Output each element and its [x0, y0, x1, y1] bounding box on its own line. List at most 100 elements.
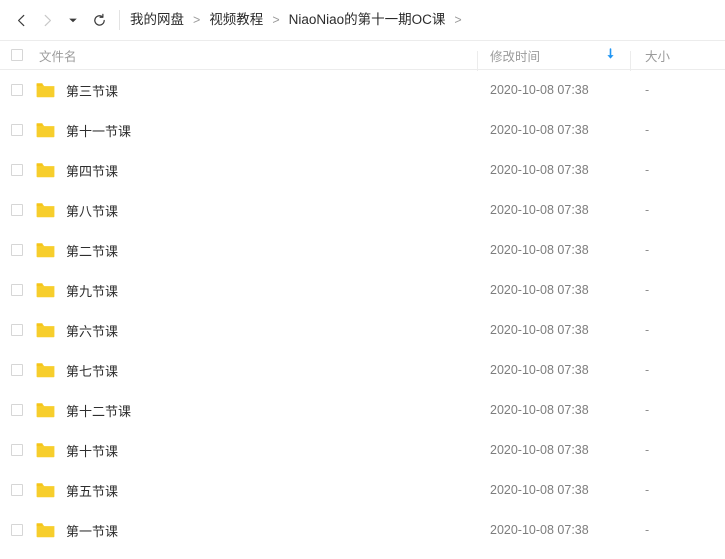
row-checkbox[interactable]: [11, 124, 23, 136]
file-size: -: [645, 323, 650, 337]
row-checkbox[interactable]: [11, 404, 23, 416]
folder-icon: [32, 522, 58, 538]
file-name-link[interactable]: 第六节课: [58, 321, 477, 340]
file-modified-date: 2020-10-08 07:38: [490, 283, 589, 297]
row-checkbox-cell: [0, 484, 32, 496]
file-modified-date: 2020-10-08 07:38: [490, 403, 589, 417]
row-checkbox-cell: [0, 404, 32, 416]
file-modified-date: 2020-10-08 07:38: [490, 243, 589, 257]
column-header-name[interactable]: 文件名: [32, 46, 477, 65]
file-name-link[interactable]: 第四节课: [58, 161, 477, 180]
table-row[interactable]: 第十节课 2020-10-08 07:38 -: [0, 430, 725, 470]
file-modified-date: 2020-10-08 07:38: [490, 483, 589, 497]
folder-icon: [32, 322, 58, 338]
file-name-link[interactable]: 第一节课: [58, 521, 477, 540]
row-checkbox-cell: [0, 84, 32, 96]
forward-button[interactable]: [34, 7, 60, 33]
row-checkbox-cell: [0, 324, 32, 336]
file-name-link[interactable]: 第十二节课: [58, 401, 477, 420]
refresh-icon: [92, 13, 107, 28]
table-row[interactable]: 第九节课 2020-10-08 07:38 -: [0, 270, 725, 310]
file-name-link[interactable]: 第七节课: [58, 361, 477, 380]
table-row[interactable]: 第五节课 2020-10-08 07:38 -: [0, 470, 725, 510]
folder-icon: [32, 242, 58, 258]
row-checkbox-cell: [0, 364, 32, 376]
file-name-link[interactable]: 第五节课: [58, 481, 477, 500]
file-modified-date: 2020-10-08 07:38: [490, 363, 589, 377]
chevron-right-icon: [40, 13, 55, 28]
table-row[interactable]: 第六节课 2020-10-08 07:38 -: [0, 310, 725, 350]
folder-icon: [32, 202, 58, 218]
navigation-toolbar: 我的网盘 > 视频教程 > NiaoNiao的第十一期OC课 >: [0, 0, 725, 40]
table-row[interactable]: 第十二节课 2020-10-08 07:38 -: [0, 390, 725, 430]
file-modified-date: 2020-10-08 07:38: [490, 203, 589, 217]
table-row[interactable]: 第三节课 2020-10-08 07:38 -: [0, 70, 725, 110]
row-checkbox[interactable]: [11, 324, 23, 336]
file-size: -: [645, 363, 650, 377]
file-list-header: 文件名 修改时间 大小: [0, 40, 725, 71]
folder-icon: [32, 482, 58, 498]
breadcrumb-separator: >: [272, 13, 280, 27]
table-row[interactable]: 第四节课 2020-10-08 07:38 -: [0, 150, 725, 190]
file-name-link[interactable]: 第十节课: [58, 441, 477, 460]
table-row[interactable]: 第一节课 2020-10-08 07:38 -: [0, 510, 725, 550]
row-checkbox[interactable]: [11, 484, 23, 496]
row-checkbox[interactable]: [11, 284, 23, 296]
arrow-down-icon: [605, 47, 616, 63]
file-modified-date: 2020-10-08 07:38: [490, 323, 589, 337]
chevron-left-icon: [14, 13, 29, 28]
refresh-button[interactable]: [86, 7, 112, 33]
column-divider: [630, 50, 631, 71]
select-all-checkbox[interactable]: [11, 49, 23, 61]
file-size: -: [645, 403, 650, 417]
file-name-link[interactable]: 第二节课: [58, 241, 477, 260]
file-name-link[interactable]: 第十一节课: [58, 121, 477, 140]
folder-icon: [32, 122, 58, 138]
row-checkbox-cell: [0, 444, 32, 456]
column-divider: [477, 50, 478, 71]
breadcrumb-item-level2[interactable]: 视频教程: [208, 11, 264, 29]
history-dropdown-button[interactable]: [60, 7, 86, 33]
table-row[interactable]: 第八节课 2020-10-08 07:38 -: [0, 190, 725, 230]
file-list: 第三节课 2020-10-08 07:38 - 第十一节课 2020-10-08 07…: [0, 70, 725, 550]
row-checkbox-cell: [0, 284, 32, 296]
table-row[interactable]: 第二节课 2020-10-08 07:38 -: [0, 230, 725, 270]
file-size: -: [645, 243, 650, 257]
breadcrumb-item-current[interactable]: NiaoNiao的第十一期OC课: [288, 11, 447, 29]
row-checkbox-cell: [0, 164, 32, 176]
file-size: -: [645, 523, 650, 537]
row-checkbox[interactable]: [11, 524, 23, 536]
file-size: -: [645, 83, 650, 97]
row-checkbox[interactable]: [11, 364, 23, 376]
file-name-link[interactable]: 第三节课: [58, 81, 477, 100]
file-size: -: [645, 203, 650, 217]
file-name-link[interactable]: 第八节课: [58, 201, 477, 220]
column-header-size[interactable]: 大小: [630, 46, 725, 71]
row-checkbox[interactable]: [11, 444, 23, 456]
file-size: -: [645, 123, 650, 137]
table-row[interactable]: 第十一节课 2020-10-08 07:38 -: [0, 110, 725, 150]
row-checkbox-cell: [0, 524, 32, 536]
folder-icon: [32, 402, 58, 418]
file-size: -: [645, 163, 650, 177]
file-modified-date: 2020-10-08 07:38: [490, 163, 589, 177]
toolbar-divider: [119, 10, 120, 30]
row-checkbox-cell: [0, 244, 32, 256]
column-header-date[interactable]: 修改时间: [477, 46, 630, 71]
table-row[interactable]: 第七节课 2020-10-08 07:38 -: [0, 350, 725, 390]
back-button[interactable]: [8, 7, 34, 33]
row-checkbox[interactable]: [11, 204, 23, 216]
folder-icon: [32, 442, 58, 458]
breadcrumb-separator: >: [193, 13, 201, 27]
breadcrumb: 我的网盘 > 视频教程 > NiaoNiao的第十一期OC课 >: [129, 11, 470, 29]
row-checkbox[interactable]: [11, 84, 23, 96]
folder-icon: [32, 162, 58, 178]
select-all-cell: [0, 49, 32, 61]
row-checkbox[interactable]: [11, 244, 23, 256]
file-name-link[interactable]: 第九节课: [58, 281, 477, 300]
sort-descending-button[interactable]: [605, 47, 616, 63]
row-checkbox[interactable]: [11, 164, 23, 176]
file-size: -: [645, 283, 650, 297]
breadcrumb-item-root[interactable]: 我的网盘: [129, 11, 185, 29]
file-modified-date: 2020-10-08 07:38: [490, 123, 589, 137]
